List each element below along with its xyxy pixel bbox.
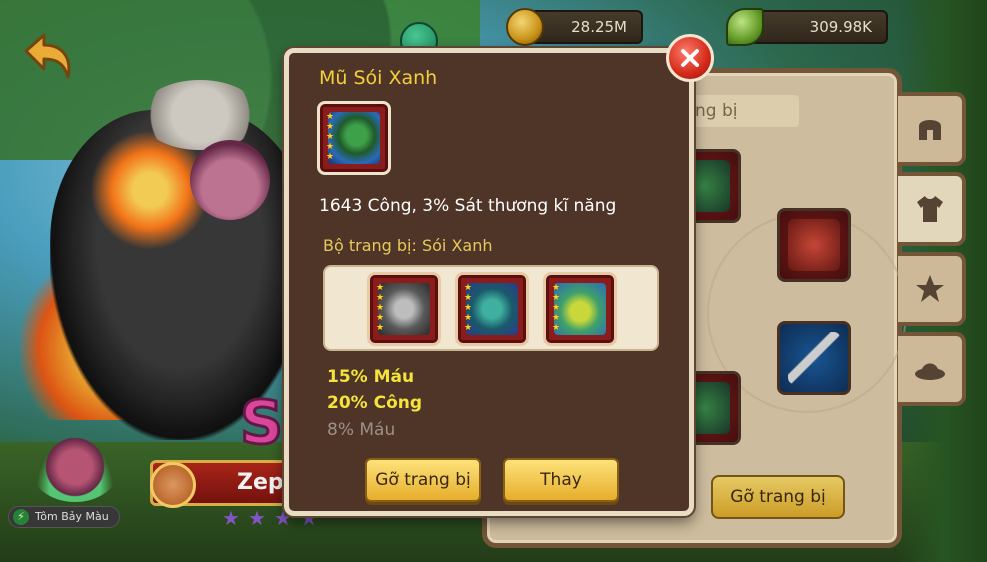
item-detail-modal: Mũ Sói Xanh ★ ★ ★ ★ ★ 1643 Công, 3% Sát thươ…: [284, 48, 694, 516]
set-bonus-2: 20% Công: [327, 393, 423, 413]
item-icon-main: ★ ★ ★ ★ ★: [317, 101, 391, 175]
set-bonus-3: 8% Máu: [327, 420, 396, 440]
set-bonus-1: 15% Máu: [327, 367, 415, 387]
set-label: Bộ trang bị: Sói Xanh: [323, 236, 493, 255]
item-name: Mũ Sói Xanh: [319, 67, 438, 89]
set-item-gloves[interactable]: ★ ★ ★ ★ ★: [455, 272, 529, 346]
remove-equipment-button[interactable]: Gỡ trang bị: [365, 458, 481, 502]
replace-button[interactable]: Thay: [503, 458, 619, 502]
set-item-armor[interactable]: ★ ★ ★ ★ ★: [367, 272, 441, 346]
close-icon: [681, 49, 699, 67]
item-stars: ★ ★ ★ ★ ★: [326, 112, 335, 162]
set-item-boots[interactable]: ★ ★ ★ ★ ★: [543, 272, 617, 346]
close-button[interactable]: [666, 34, 714, 82]
set-items-box: ★ ★ ★ ★ ★ ★ ★ ★ ★ ★ ★ ★ ★ ★ ★: [323, 265, 659, 351]
item-stat-text: 1643 Công, 3% Sát thương kĩ năng: [319, 196, 617, 216]
